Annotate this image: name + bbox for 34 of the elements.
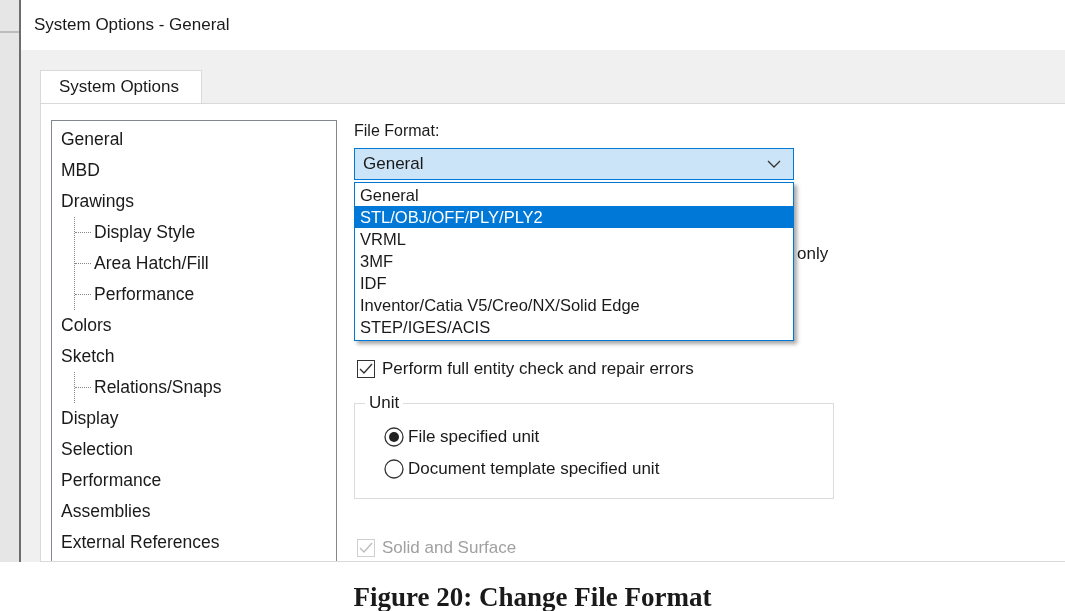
tree-item[interactable]: Assemblies xyxy=(61,501,151,522)
dropdown-option[interactable]: STEP/IGES/ACIS xyxy=(355,316,793,338)
radio-button[interactable] xyxy=(384,459,404,479)
tree-item[interactable]: Relations/Snaps xyxy=(94,377,222,398)
tree-item[interactable]: MBD xyxy=(61,160,100,181)
tree-item[interactable]: Display Style xyxy=(94,222,196,243)
dropdown-option[interactable]: VRML xyxy=(355,228,793,250)
tree-item[interactable]: Drawings xyxy=(61,191,134,212)
tree-item[interactable]: Area Hatch/Fill xyxy=(94,253,209,274)
radio-label: File specified unit xyxy=(408,427,540,447)
checkbox-label: Solid and Surface xyxy=(382,538,517,558)
caret-icon xyxy=(767,160,781,168)
window-title: System Options - General xyxy=(34,15,230,35)
file-format-dropdown[interactable]: General xyxy=(354,148,794,180)
tree-item[interactable]: Display xyxy=(61,408,119,429)
field-label: File Format: xyxy=(354,121,441,141)
option-label: only xyxy=(797,244,829,264)
radio-label: Document template specified unit xyxy=(408,459,660,479)
dropdown-option[interactable]: IDF xyxy=(355,272,793,294)
tree-item[interactable]: Performance xyxy=(94,284,195,305)
checkbox-label: Perform full entity check and repair errors xyxy=(382,359,694,379)
checkbox[interactable] xyxy=(357,360,375,378)
tree-item[interactable]: Selection xyxy=(61,439,133,460)
dropdown-option[interactable]: General xyxy=(355,184,793,206)
dropdown-option[interactable]: 3MF xyxy=(355,250,793,272)
tree-item[interactable]: Performance xyxy=(61,470,162,491)
tree-item[interactable]: Colors xyxy=(61,315,112,336)
tree-item[interactable]: General xyxy=(61,129,124,150)
tree-item[interactable]: Sketch xyxy=(61,346,115,367)
tree-item[interactable]: External References xyxy=(61,532,220,553)
dropdown-option[interactable]: Inventor/Catia V5/Creo/NX/Solid Edge xyxy=(355,294,793,316)
dropdown-option[interactable]: STL/OBJ/OFF/PLY/PLY2 xyxy=(355,206,793,228)
radio-button[interactable] xyxy=(384,427,404,447)
tab[interactable]: System Options xyxy=(40,70,202,104)
